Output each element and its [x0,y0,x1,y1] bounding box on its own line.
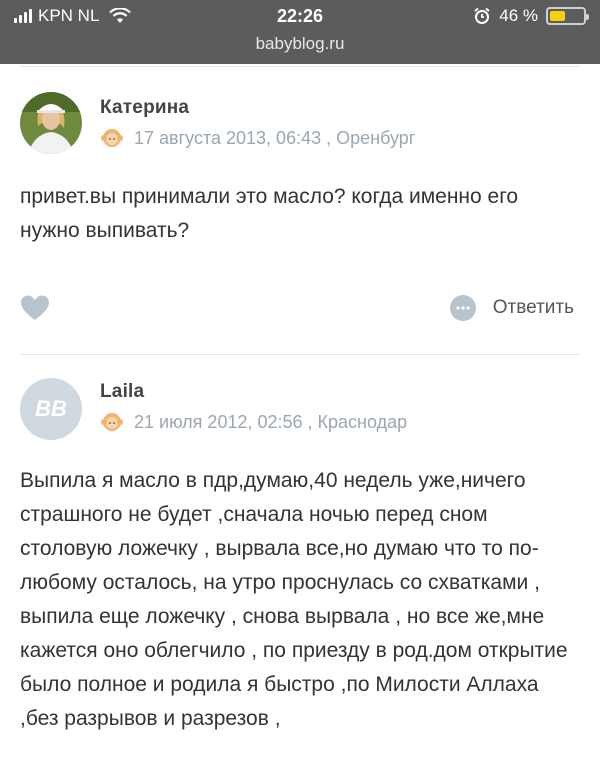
comment-date-location: 17 августа 2013, 06:43 , Оренбург [134,127,416,148]
comment-text: Выпила я масло в пдр,думаю,40 недель уже… [20,469,568,730]
battery-level [550,11,565,21]
reply-button[interactable]: Ответить [449,294,574,322]
user-photo-icon [20,92,82,154]
comment-meta: 21 июля 2012, 02:56 , Краснодар [100,410,407,434]
alarm-icon [474,7,490,24]
comment-meta: 17 августа 2013, 06:43 , Оренбург [100,126,415,150]
avatar-initials: BB [35,396,67,421]
comment-author[interactable]: Laila [100,381,144,403]
divider [20,354,580,355]
divider [20,66,580,67]
comment-author[interactable]: Катерина [100,97,189,119]
battery-icon [546,7,589,25]
page-url[interactable]: babyblog.ru [0,34,600,54]
avatar[interactable] [20,92,82,154]
avatar[interactable]: BB [20,378,82,440]
comment-text: привет.вы принимали это масло? когда име… [20,185,519,242]
girl-icon [101,413,123,431]
girl-icon [101,129,123,147]
comment-actions: Ответить [0,290,600,330]
comment-date-location: 21 июля 2012, 02:56 , Краснодар [134,411,408,432]
status-bar: KPN NL 22:26 babyblog.ru 46 % [0,0,600,64]
reply-label: Ответить [492,297,574,318]
battery-percent: 46 % [499,6,538,25]
status-right: 46 % [473,6,589,26]
speech-bubble-icon [449,295,476,321]
heart-icon[interactable] [20,294,50,322]
